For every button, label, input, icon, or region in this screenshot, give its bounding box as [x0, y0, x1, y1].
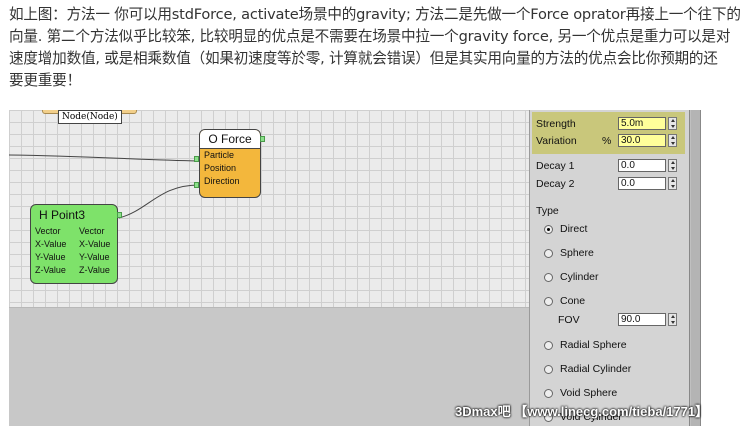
hpoint-output-socket[interactable]	[117, 212, 122, 218]
node-tag[interactable]: Node(Node)	[58, 110, 122, 124]
type-cylinder-label[interactable]: Cylinder	[560, 269, 599, 285]
type-cylinder-radio[interactable]	[544, 273, 553, 282]
type-direct-label[interactable]: Direct	[560, 221, 587, 237]
type-radial-cylinder-label[interactable]: Radial Cylinder	[560, 361, 631, 377]
hpoint-input-x[interactable]: X-Value	[35, 238, 79, 251]
variation-spinner[interactable]	[668, 134, 677, 147]
variation-label: Variation	[536, 135, 577, 147]
type-cone-radio[interactable]	[544, 297, 553, 306]
fov-label: FOV	[558, 314, 580, 326]
wire-to-particle	[9, 154, 200, 162]
intro-line-4: 要更重要！	[9, 72, 81, 89]
properties-panel: Strength 5.0m Variation % 30.0 Decay 1 0…	[529, 110, 689, 426]
decay1-input[interactable]: 0.0	[618, 159, 666, 172]
intro-line-1: 如上图：方法一 你可以用stdForce, activate场景中的gravit…	[9, 6, 741, 23]
type-direct-radio[interactable]	[544, 225, 553, 234]
oforce-input-socket-direction[interactable]	[194, 182, 199, 188]
type-group-label: Type	[536, 205, 559, 217]
type-void-sphere-label[interactable]: Void Sphere	[560, 385, 617, 401]
panel-scrollbar-thumb[interactable]	[691, 110, 700, 426]
hpoint-title: H Point3	[39, 208, 86, 222]
intro-line-3: 速度增加数值, 或是相乘数值（如果初速度等於零, 计算就会错误）但是其实用向量的…	[9, 50, 718, 67]
strength-label: Strength	[536, 118, 576, 130]
oforce-node[interactable]: O Force Particle Position Direction	[199, 129, 261, 198]
node-editor-canvas[interactable]: Node(Node) O Force Particle Position Dir…	[9, 110, 529, 426]
strength-spinner[interactable]	[668, 117, 677, 130]
oforce-port-position[interactable]: Position	[200, 162, 260, 175]
type-void-sphere-radio[interactable]	[544, 389, 553, 398]
wire-to-direction	[118, 184, 200, 219]
fov-input[interactable]: 90.0	[618, 313, 666, 326]
type-sphere-radio[interactable]	[544, 249, 553, 258]
oforce-title: O Force	[200, 130, 260, 149]
oforce-port-particle[interactable]: Particle	[200, 149, 260, 162]
type-cone-label[interactable]: Cone	[560, 293, 585, 309]
hpoint-output-y[interactable]: Y-Value	[79, 251, 123, 264]
fov-spinner[interactable]	[668, 313, 677, 326]
intro-text: 如上图：方法一 你可以用stdForce, activate场景中的gravit…	[9, 4, 749, 92]
variation-unit: %	[602, 135, 612, 147]
watermark-text: 3Dmax吧 【www.linecg.com/tieba/1771】	[455, 404, 709, 419]
oforce-port-direction[interactable]: Direction	[200, 175, 260, 188]
type-radial-sphere-radio[interactable]	[544, 341, 553, 350]
decay2-input[interactable]: 0.0	[618, 177, 666, 190]
hpoint-input-vector[interactable]: Vector	[35, 225, 79, 238]
oforce-output-socket[interactable]	[260, 136, 265, 142]
oforce-input-socket-particle[interactable]	[194, 156, 199, 162]
type-radial-sphere-label[interactable]: Radial Sphere	[560, 337, 627, 353]
decay2-spinner[interactable]	[668, 177, 677, 190]
hpoint-output-z[interactable]: Z-Value	[79, 264, 123, 277]
variation-input[interactable]: 30.0	[618, 134, 666, 147]
hpoint-node[interactable]: H Point3 Vector Vector X-Value X-Value Y…	[30, 204, 118, 284]
intro-line-2: 向量. 第二个方法似乎比较笨, 比较明显的优点是不需要在场景中拉一个gravit…	[9, 28, 731, 45]
decay1-spinner[interactable]	[668, 159, 677, 172]
page-margin	[701, 110, 750, 426]
hpoint-input-z[interactable]: Z-Value	[35, 264, 79, 277]
hpoint-output-x[interactable]: X-Value	[79, 238, 123, 251]
panel-scrollbar[interactable]	[689, 110, 701, 426]
type-radial-cylinder-radio[interactable]	[544, 365, 553, 374]
type-sphere-label[interactable]: Sphere	[560, 245, 594, 261]
decay2-label: Decay 2	[536, 178, 575, 190]
hpoint-input-y[interactable]: Y-Value	[35, 251, 79, 264]
decay1-label: Decay 1	[536, 160, 575, 172]
hpoint-output-vector[interactable]: Vector	[79, 225, 123, 238]
strength-input[interactable]: 5.0m	[618, 117, 666, 130]
